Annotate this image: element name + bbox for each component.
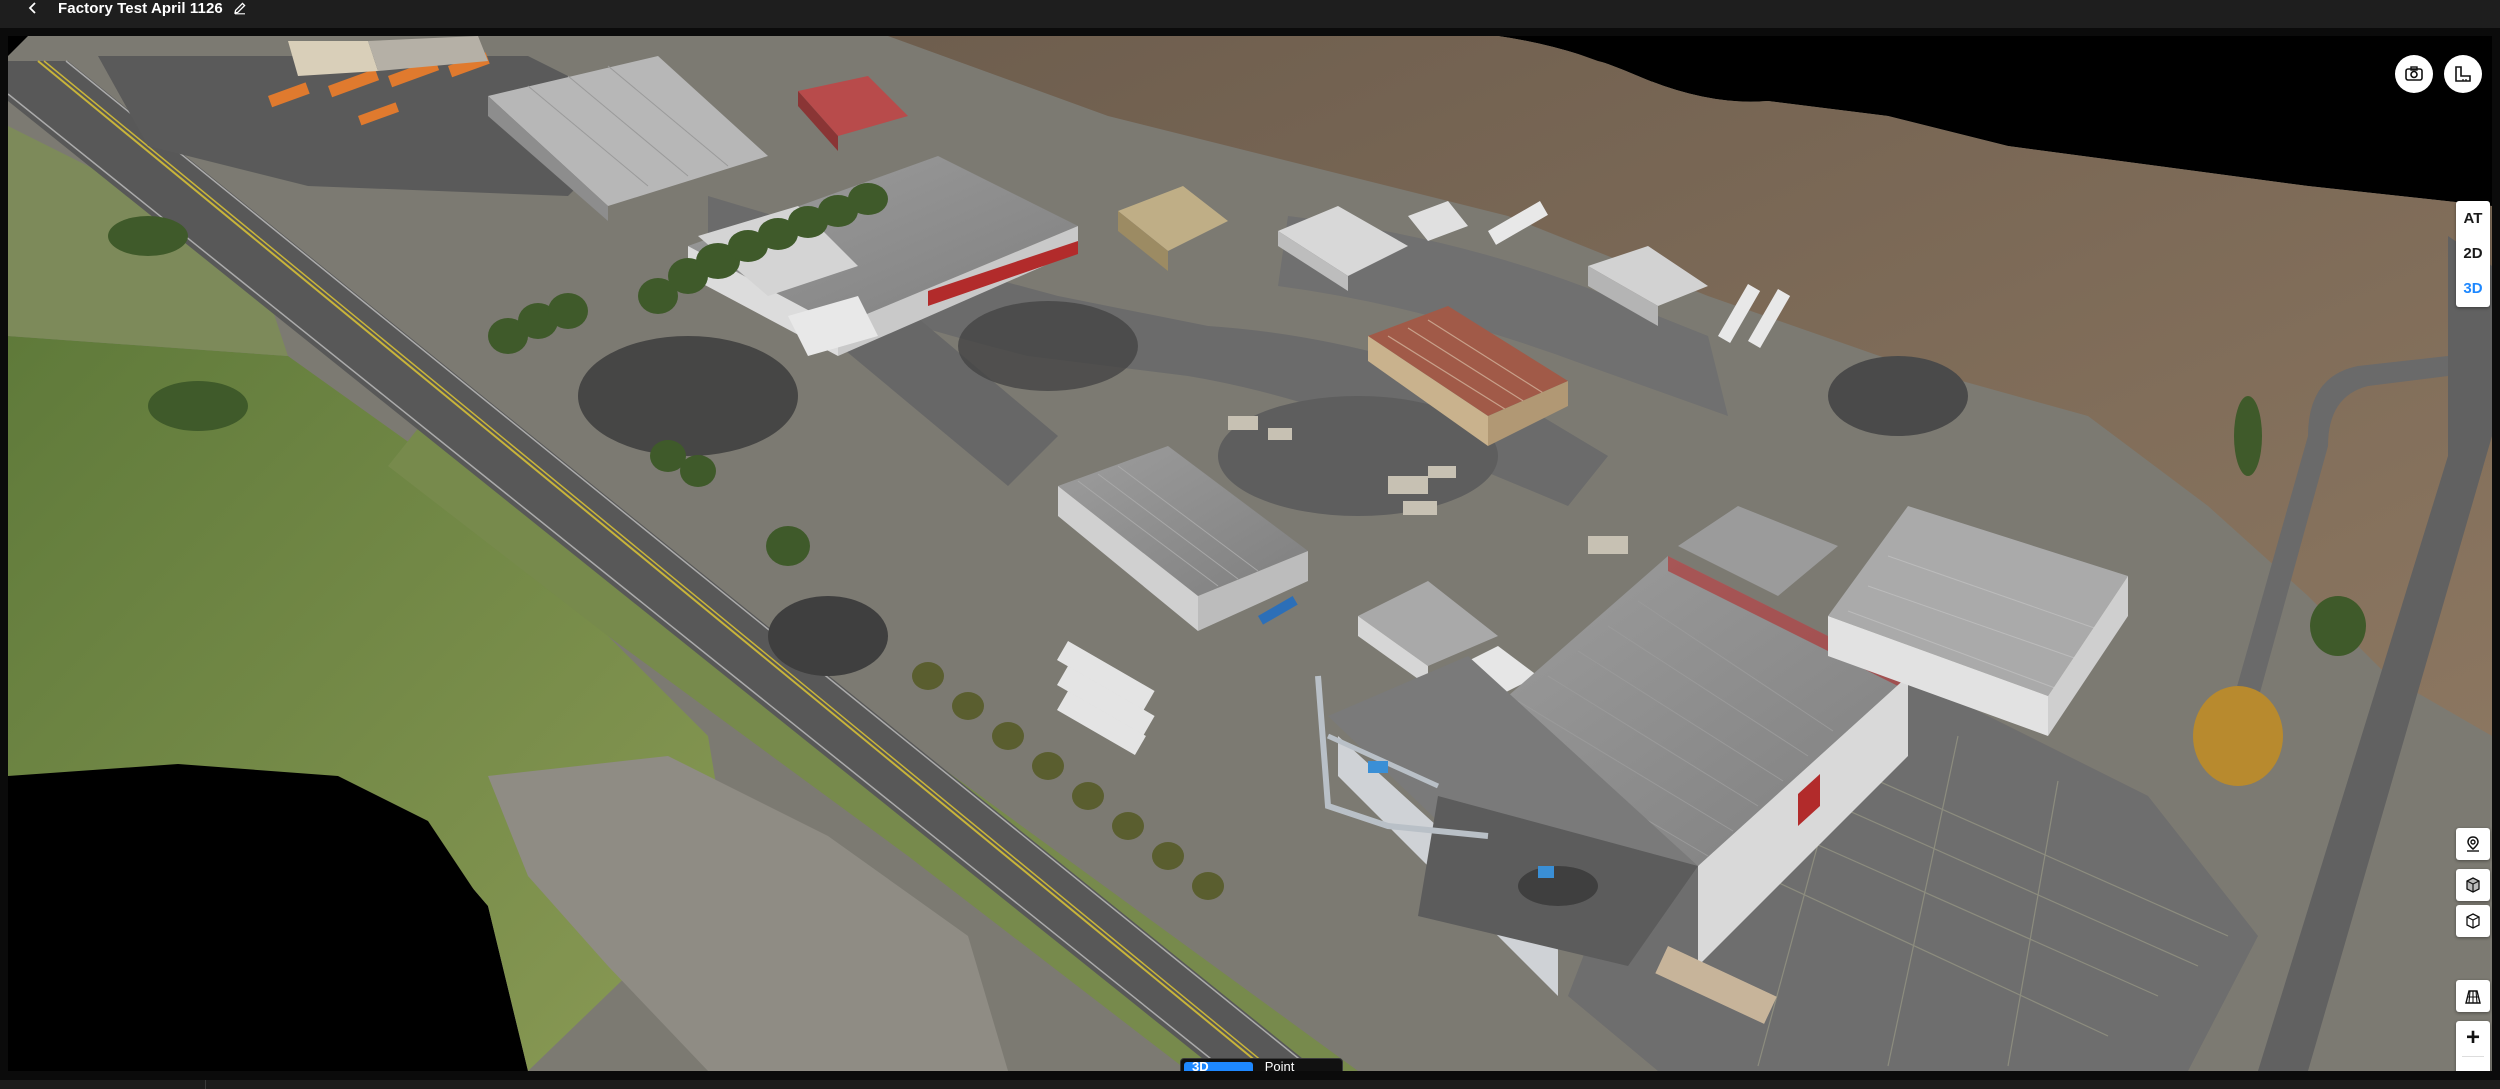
bottom-tab-divider <box>205 1080 206 1089</box>
toggle-point-cloud[interactable]: Point Cloud <box>1257 1059 1339 1072</box>
map-viewport[interactable]: AT 2D 3D + − 3D Mesh <box>8 36 2492 1071</box>
cube-icon <box>2466 877 2480 893</box>
chevron-left-icon <box>28 2 36 14</box>
top-bar: Factory Test April 1126 <box>0 0 2500 28</box>
zoom-controls: + − <box>2456 1021 2490 1071</box>
building-icon <box>2465 990 2481 1004</box>
pencil-icon <box>234 2 246 15</box>
back-button[interactable] <box>22 0 44 19</box>
cube-outline-button[interactable] <box>2456 905 2490 937</box>
map-pin-icon <box>2467 836 2479 852</box>
zoom-out-button[interactable]: − <box>2456 1057 2490 1071</box>
view-mode-switcher: AT 2D 3D <box>2456 201 2490 307</box>
cube-outline-icon <box>2466 913 2480 929</box>
mode-3d[interactable]: 3D <box>2456 273 2490 305</box>
measure-tool-icon <box>2455 66 2471 82</box>
camera-icon <box>2405 66 2423 81</box>
toggle-3d-mesh[interactable]: 3D Mesh <box>1184 1059 1253 1071</box>
building-button[interactable] <box>2456 980 2490 1012</box>
edit-title-button[interactable] <box>229 0 251 19</box>
render-mode-toggle: 3D Mesh Point Cloud <box>1180 1058 1343 1071</box>
measure-button[interactable] <box>2444 55 2482 93</box>
page-title: Factory Test April 1126 <box>58 0 223 17</box>
mode-at[interactable]: AT <box>2456 203 2490 235</box>
zoom-in-button[interactable]: + <box>2456 1021 2490 1056</box>
bottom-panel-bar <box>0 1080 2500 1089</box>
cube-solid-button[interactable] <box>2456 869 2490 901</box>
screenshot-button[interactable] <box>2395 55 2433 93</box>
mode-2d[interactable]: 2D <box>2456 238 2490 270</box>
location-button[interactable] <box>2456 828 2490 860</box>
aerial-3d-mesh <box>8 36 2492 1071</box>
